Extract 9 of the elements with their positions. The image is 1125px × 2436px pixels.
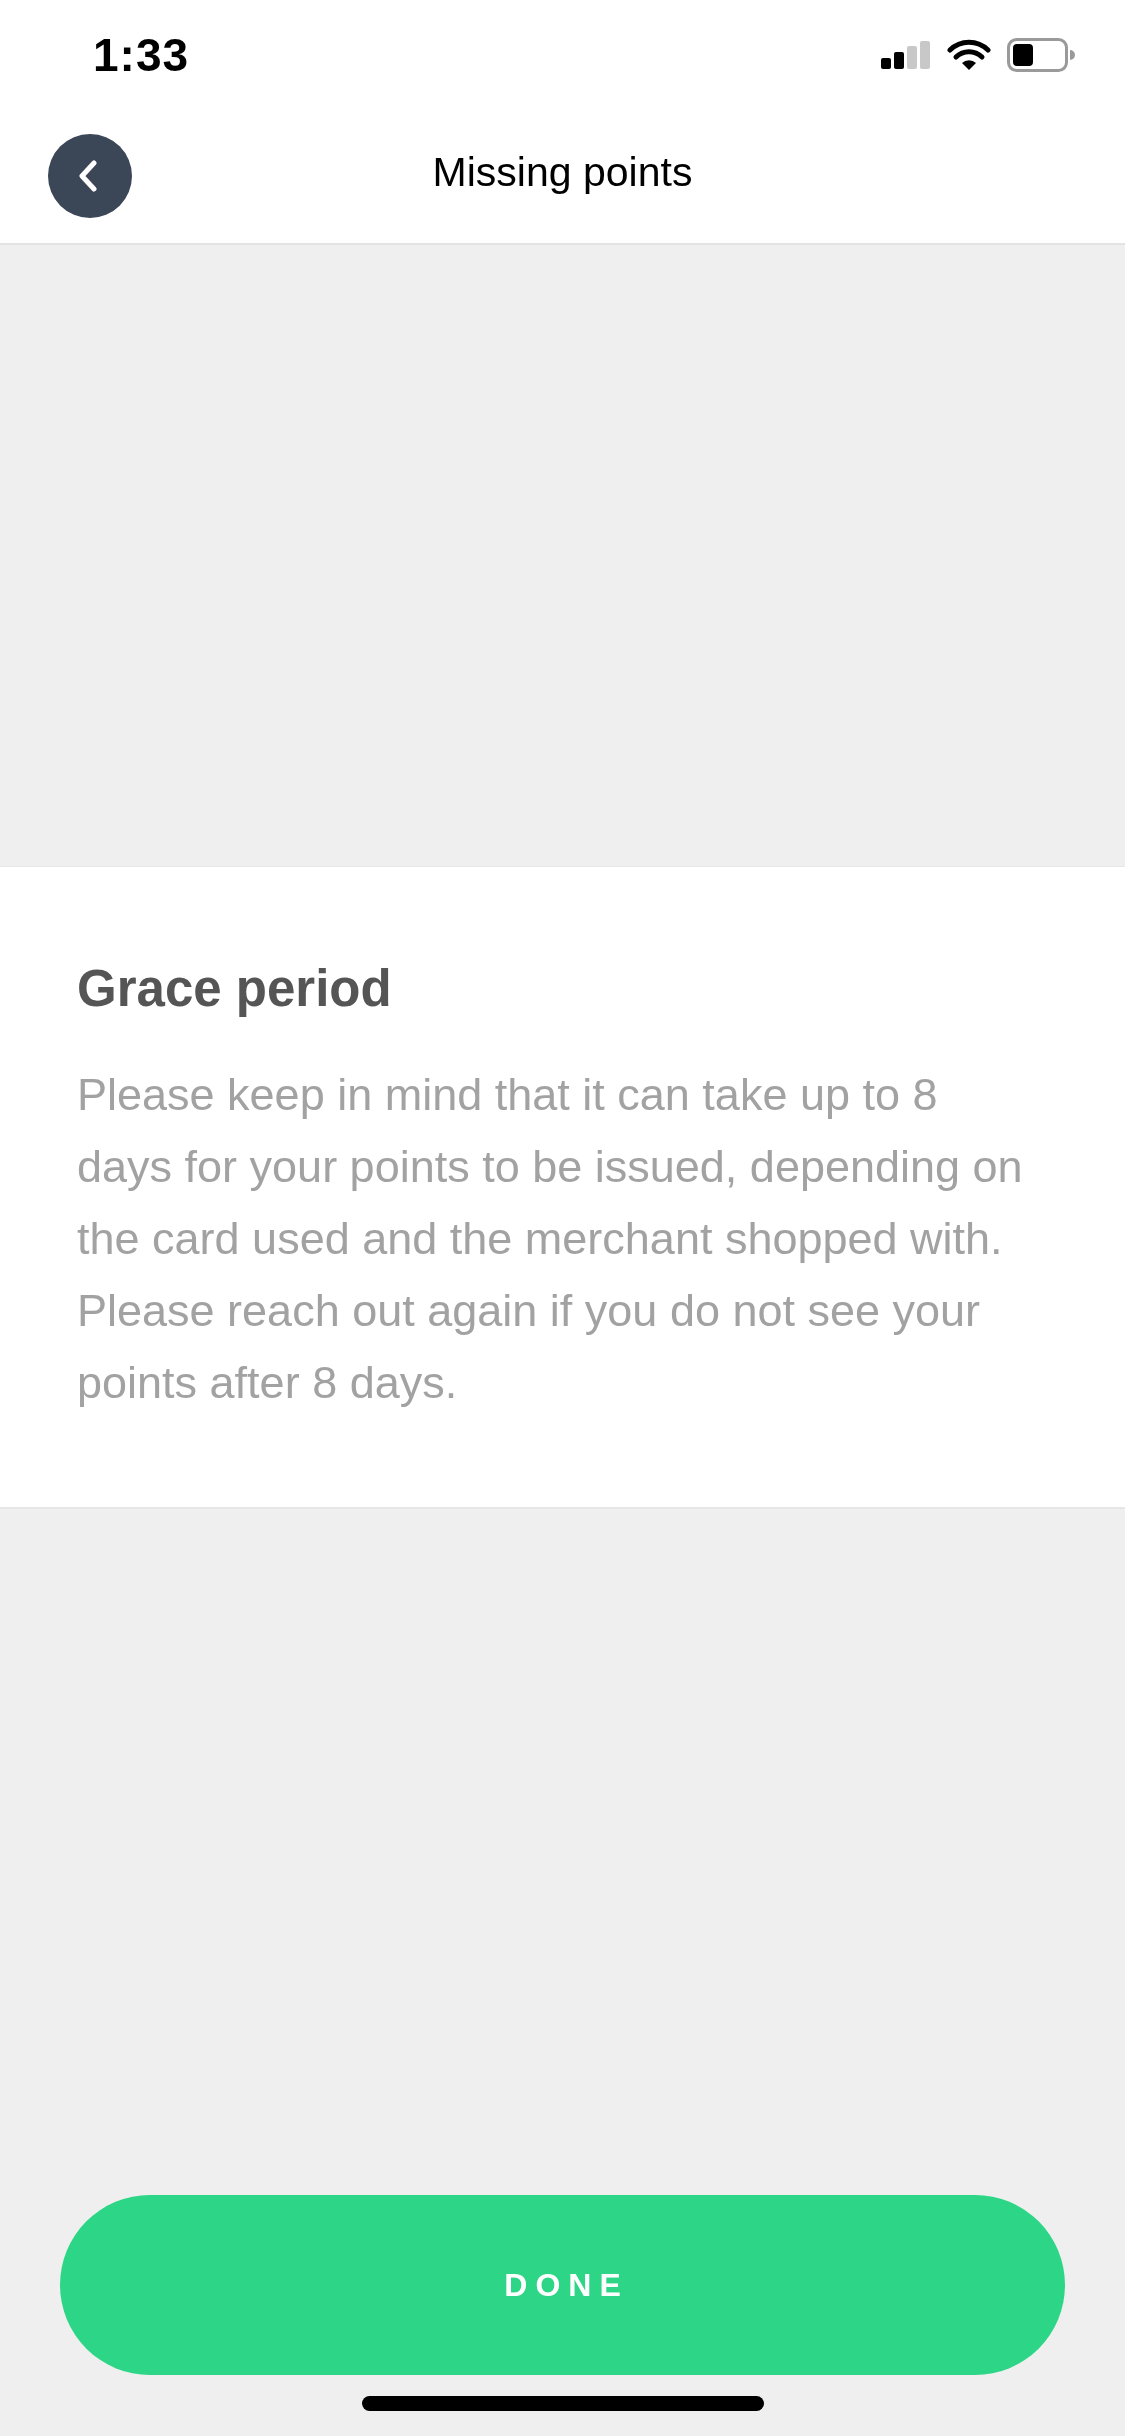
done-button[interactable]: DONE (60, 2195, 1065, 2375)
screen-title: Missing points (432, 149, 693, 196)
chevron-left-icon (78, 160, 98, 192)
card-heading: Grace period (77, 959, 393, 1019)
signal-icon (881, 41, 931, 69)
card-body-text: Please keep in mind that it can take up to 8 days for your points to be issued, depending on the card used and the merchant shopped with. Please reach out again if you do not see your points after 8 days. (77, 1068, 1024, 1410)
wifi-icon (947, 39, 991, 71)
status-time: 1:33 (93, 28, 190, 82)
battery-icon (1007, 38, 1075, 72)
